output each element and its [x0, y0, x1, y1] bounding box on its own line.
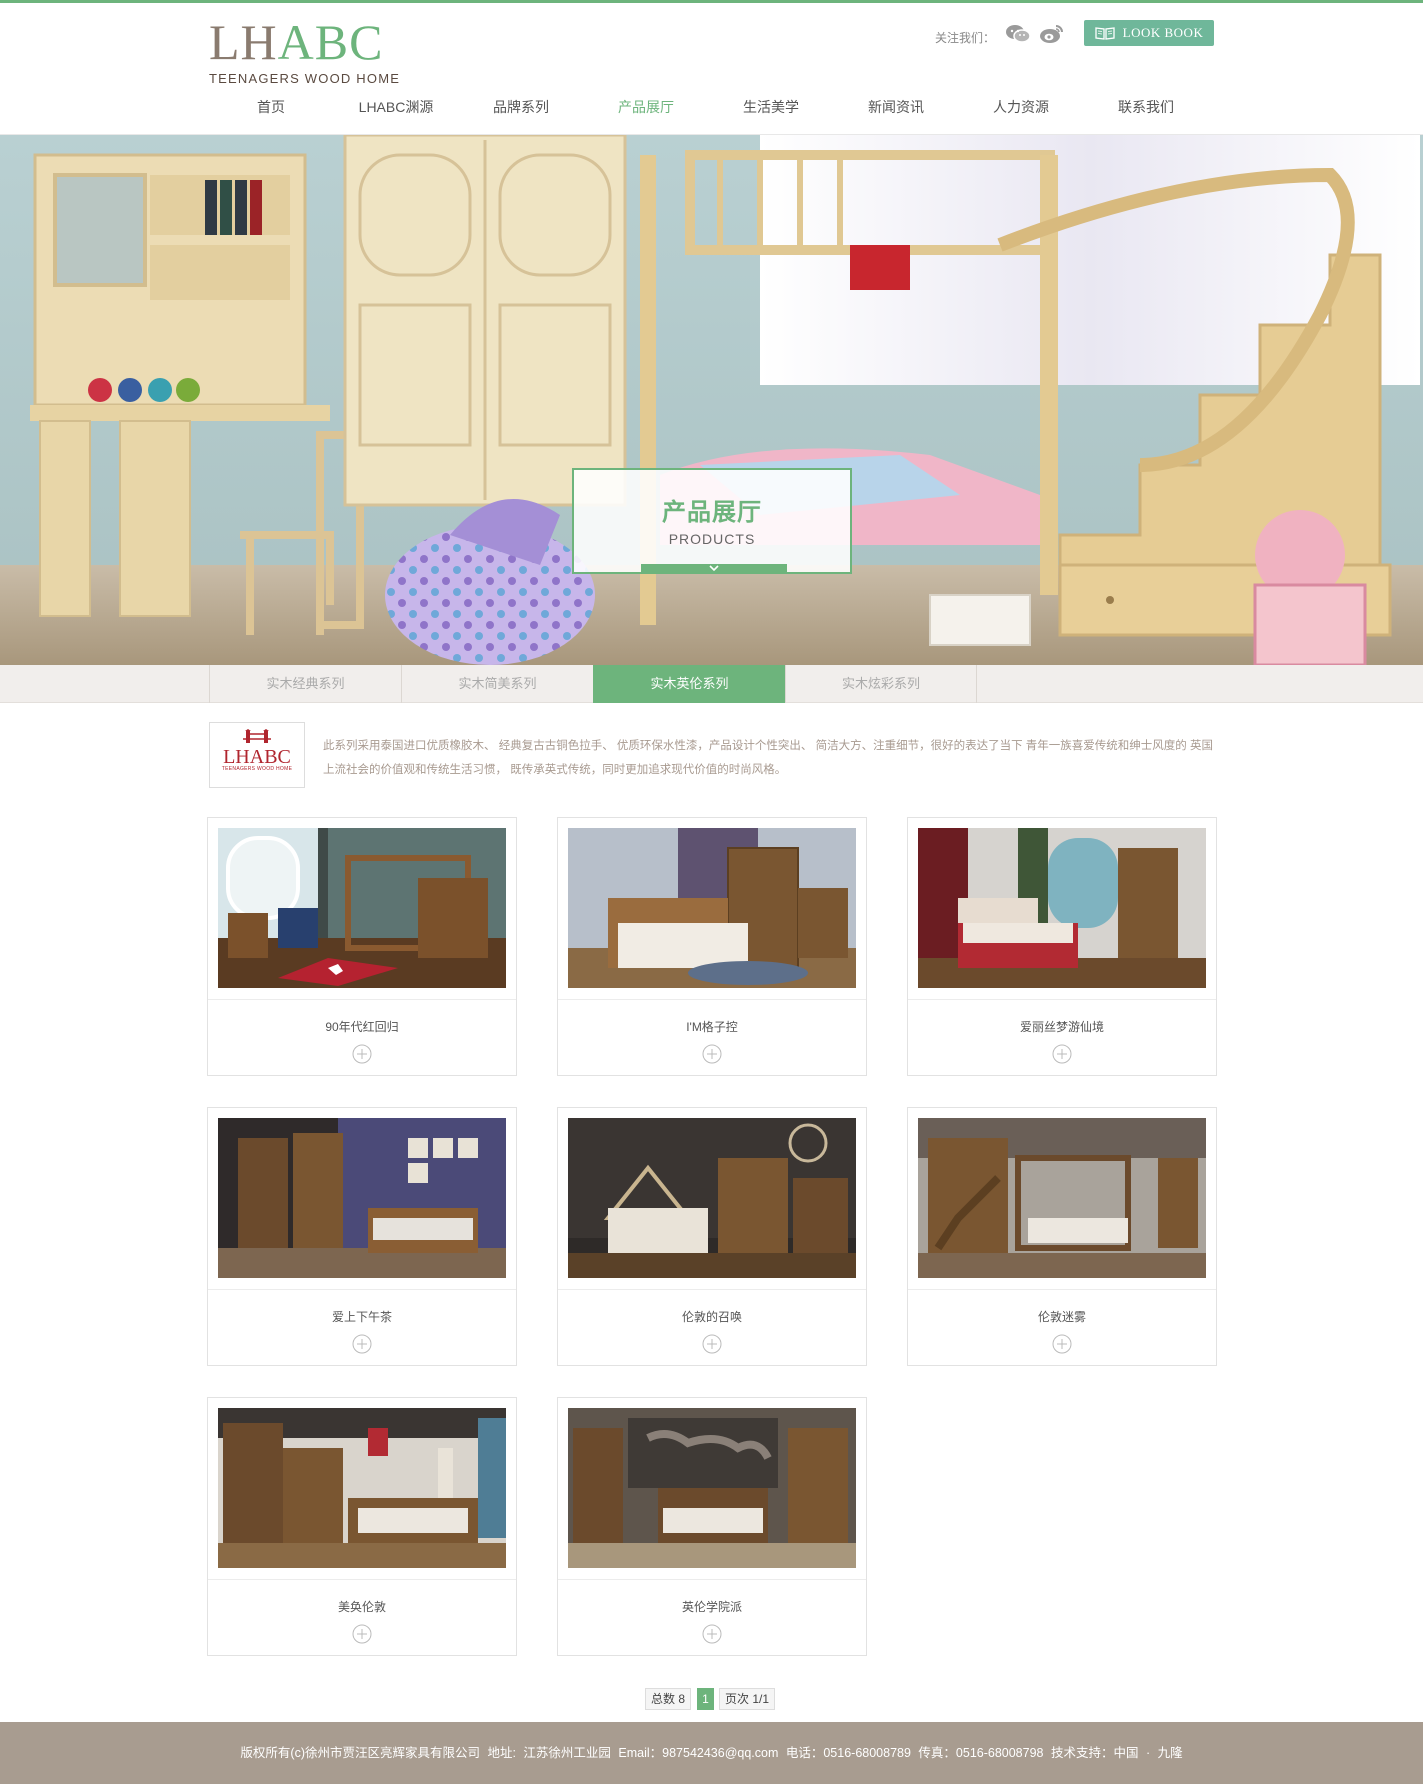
product-image[interactable] — [568, 1118, 856, 1278]
book-icon — [1094, 27, 1115, 40]
product-name[interactable]: 爱丽丝梦游仙境 — [908, 1018, 1216, 1035]
nav-item-home[interactable]: 首页 — [209, 97, 333, 117]
product-image[interactable] — [218, 828, 506, 988]
product-name[interactable]: 爱上下午茶 — [208, 1308, 516, 1325]
nav-item-hr[interactable]: 人力资源 — [959, 97, 1083, 117]
site-footer: 版权所有(c)徐州市贾汪区亮辉家具有限公司 地址: 江苏徐州工业园 Email：… — [0, 1722, 1423, 1784]
kids-bedroom-photo — [0, 135, 1423, 665]
look-book-button[interactable]: LOOK BOOK — [1084, 20, 1214, 46]
pagination-page-info: 页次 1/1 — [719, 1688, 776, 1710]
product-card[interactable]: 美奂伦敦 — [207, 1397, 517, 1656]
product-card[interactable]: 英伦学院派 — [557, 1397, 867, 1656]
nav-item-brand-series[interactable]: 品牌系列 — [459, 97, 583, 117]
product-image[interactable] — [568, 828, 856, 988]
banner-title: 产品展厅 — [662, 499, 762, 526]
site-logo[interactable]: LHABC TEENAGERS WOOD HOME — [209, 14, 401, 86]
product-name[interactable]: 英伦学院派 — [558, 1598, 866, 1615]
tab-simple-series[interactable]: 实木简美系列 — [401, 665, 593, 703]
series-description: 此系列采用泰国进口优质橡胶木、 经典复古古铜色拉手、 优质环保水性漆，产品设计个… — [323, 740, 1213, 776]
product-name[interactable]: 伦敦的召唤 — [558, 1308, 866, 1325]
pagination-current-page[interactable]: 1 — [697, 1688, 714, 1710]
plus-circle-icon[interactable] — [1052, 1334, 1072, 1354]
product-card[interactable]: 爱丽丝梦游仙境 — [907, 817, 1217, 1076]
hero-banner: 产品展厅 PRODUCTS — [0, 135, 1423, 665]
nav-item-products[interactable]: 产品展厅 — [584, 97, 708, 117]
plus-circle-icon[interactable] — [352, 1334, 372, 1354]
chevron-down-icon — [709, 565, 719, 572]
plus-circle-icon[interactable] — [352, 1044, 372, 1064]
logo-wordmark: LHABC — [209, 14, 384, 70]
series-logo-tagline: TEENAGERS WOOD HOME — [221, 766, 293, 772]
plus-circle-icon[interactable] — [1052, 1044, 1072, 1064]
product-name[interactable]: I'M格子控 — [558, 1018, 866, 1035]
weibo-icon[interactable] — [1039, 23, 1065, 45]
plus-circle-icon[interactable] — [702, 1334, 722, 1354]
main-nav: 首页 LHABC渊源 品牌系列 产品展厅 生活美学 新闻资讯 人力资源 联系我们 — [209, 97, 1214, 121]
banner-scroll-bar[interactable] — [641, 564, 787, 574]
product-card[interactable]: 爱上下午茶 — [207, 1107, 517, 1366]
series-tabbar: 实木经典系列 实木简美系列 实木英伦系列 实木炫彩系列 — [0, 665, 1423, 703]
nav-item-news[interactable]: 新闻资讯 — [834, 97, 958, 117]
tower-bridge-icon — [243, 729, 271, 743]
plus-circle-icon[interactable] — [702, 1044, 722, 1064]
site-header: LHABC TEENAGERS WOOD HOME 关注我们： LOOK BOO… — [0, 3, 1423, 135]
nav-item-origin[interactable]: LHABC渊源 — [334, 97, 458, 117]
series-brand-logo: LHABC TEENAGERS WOOD HOME — [209, 722, 305, 788]
product-image[interactable] — [568, 1408, 856, 1568]
plus-circle-icon[interactable] — [352, 1624, 372, 1644]
banner-subtitle: PRODUCTS — [668, 531, 756, 547]
product-name[interactable]: 美奂伦敦 — [208, 1598, 516, 1615]
product-image[interactable] — [918, 828, 1206, 988]
nav-item-lifestyle[interactable]: 生活美学 — [709, 97, 833, 117]
follow-us-label: 关注我们： — [935, 31, 996, 45]
tab-classic-series[interactable]: 实木经典系列 — [209, 665, 401, 703]
product-image[interactable] — [218, 1408, 506, 1568]
product-name[interactable]: 90年代红回归 — [208, 1018, 516, 1035]
banner-caption-box: 产品展厅 PRODUCTS — [572, 468, 852, 574]
series-logo-text: LHABC — [223, 746, 291, 768]
product-card[interactable]: 90年代红回归 — [207, 817, 517, 1076]
plus-circle-icon[interactable] — [702, 1624, 722, 1644]
footer-copyright: 版权所有(c)徐州市贾汪区亮辉家具有限公司 地址: 江苏徐州工业园 Email：… — [240, 1746, 1183, 1760]
product-image[interactable] — [918, 1118, 1206, 1278]
product-image[interactable] — [218, 1118, 506, 1278]
nav-item-contact[interactable]: 联系我们 — [1084, 97, 1208, 117]
product-name[interactable]: 伦敦迷雾 — [908, 1308, 1216, 1325]
look-book-label: LOOK BOOK — [1122, 25, 1204, 40]
tab-colorful-series[interactable]: 实木炫彩系列 — [785, 665, 977, 703]
product-card[interactable]: 伦敦的召唤 — [557, 1107, 867, 1366]
wechat-icon[interactable] — [1005, 23, 1031, 45]
tab-british-series[interactable]: 实木英伦系列 — [593, 665, 785, 703]
product-card[interactable]: 伦敦迷雾 — [907, 1107, 1217, 1366]
logo-tagline: TEENAGERS WOOD HOME — [209, 71, 401, 86]
product-card[interactable]: I'M格子控 — [557, 817, 867, 1076]
pagination-total: 总数 8 — [645, 1688, 692, 1710]
